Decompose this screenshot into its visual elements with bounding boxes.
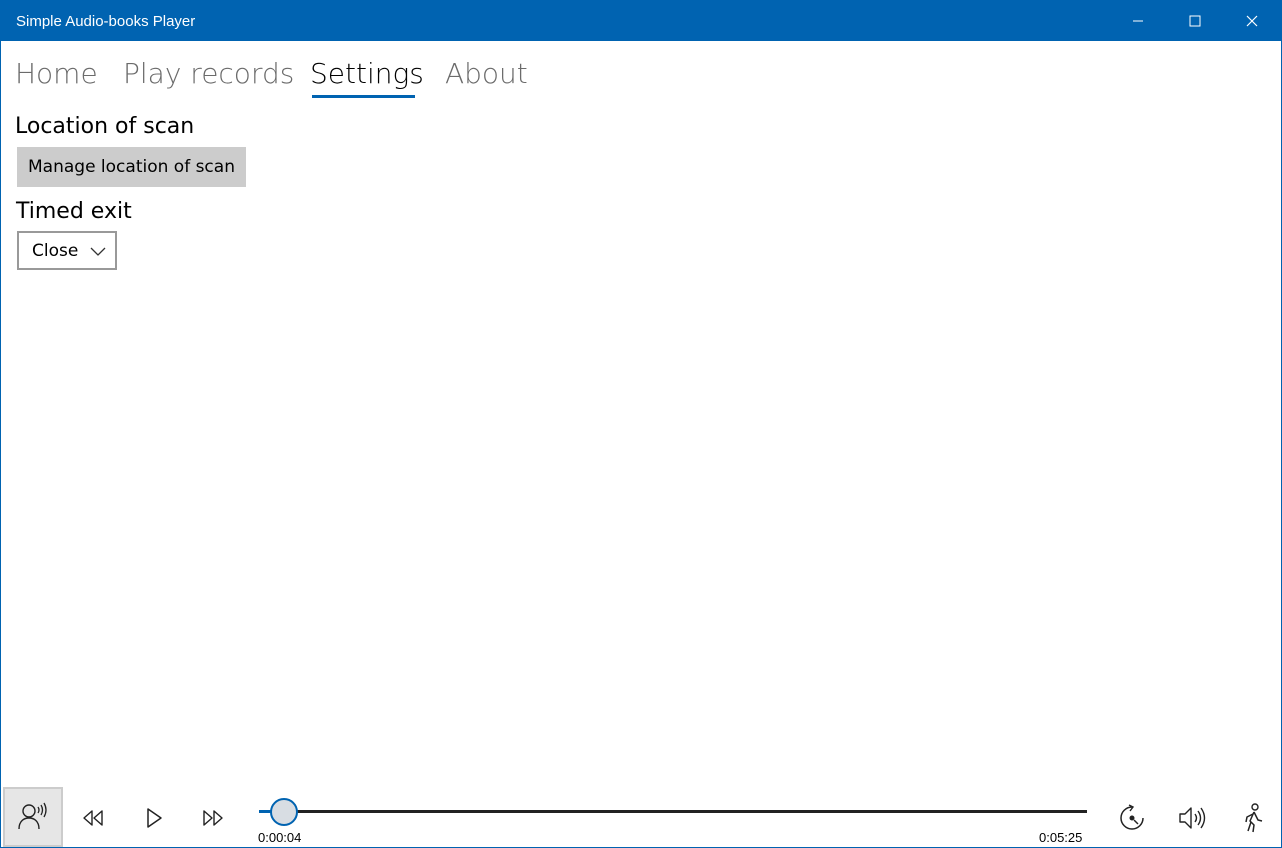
player-bar: 0:00:04 0:05:25 [1,787,1281,847]
current-time: 0:00:04 [258,830,302,845]
repeat-button[interactable] [1116,802,1148,834]
location-of-scan-label: Location of scan [15,114,195,139]
close-icon [1246,15,1257,27]
maximize-button[interactable] [1166,1,1223,41]
active-tab-indicator [312,95,415,98]
chevron-down-icon [90,247,106,256]
progress-thumb[interactable] [270,798,298,826]
maximize-icon [1189,15,1200,27]
volume-button[interactable] [1176,802,1208,834]
minimize-icon [1132,20,1143,22]
total-time: 0:05:25 [1039,830,1083,845]
title-bar[interactable]: Simple Audio-books Player [1,1,1281,41]
timed-exit-dropdown[interactable]: Close [17,231,117,270]
timed-exit-value: Close [32,241,79,261]
window-title: Simple Audio-books Player [16,13,196,30]
play-button[interactable] [138,802,170,834]
volume-icon [1179,807,1206,829]
rewind-button[interactable] [77,802,109,834]
tab-play-records[interactable]: Play records [123,57,294,91]
tab-home[interactable]: Home [15,57,98,91]
fast-forward-icon [203,810,223,826]
rewind-icon [83,810,103,826]
walk-icon [1245,803,1263,833]
speak-button[interactable] [3,787,63,847]
manage-location-button[interactable]: Manage location of scan [17,147,246,187]
walk-button[interactable] [1237,802,1269,834]
app-window: Simple Audio-books Player Home Play reco… [0,0,1282,848]
repeat-icon [1120,804,1144,830]
close-button[interactable] [1223,1,1280,41]
play-icon [147,808,162,828]
tab-about[interactable]: About [445,57,528,91]
tab-settings[interactable]: Settings [310,57,424,91]
fast-forward-button[interactable] [197,802,229,834]
minimize-button[interactable] [1109,1,1166,41]
progress-track[interactable] [259,810,1087,813]
timed-exit-label: Timed exit [16,199,132,224]
speak-icon [18,802,47,830]
